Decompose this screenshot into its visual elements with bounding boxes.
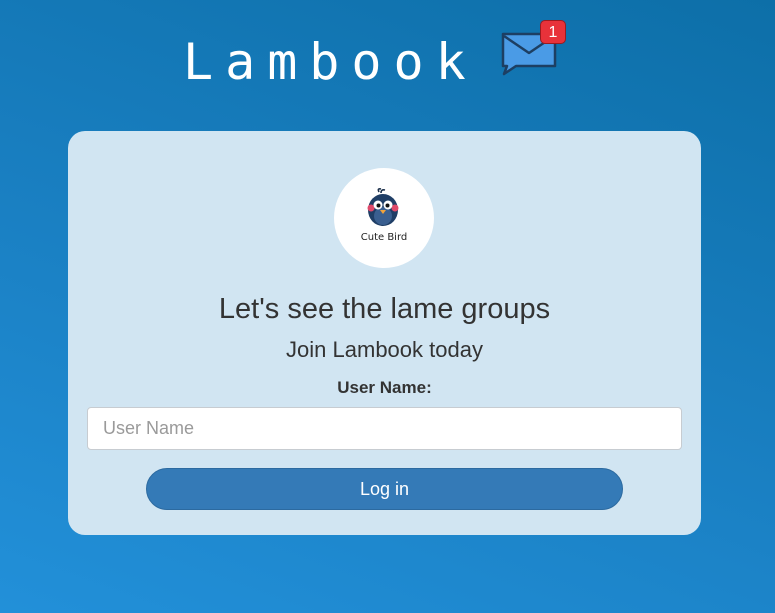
notification-mail[interactable]: 1 [500, 20, 572, 78]
avatar-caption: Cute Bird [360, 232, 408, 243]
app-title: Lambook [183, 33, 478, 91]
notification-badge: 1 [540, 20, 566, 44]
cute-bird-logo-icon [367, 188, 399, 226]
username-input[interactable] [87, 407, 682, 450]
login-card: Cute Bird Let's see the lame groups Join… [68, 131, 701, 535]
header: Lambook 1 [0, 20, 775, 98]
page-subheadline: Join Lambook today [286, 337, 483, 362]
page-headline: Let's see the lame groups [218, 293, 551, 325]
login-button[interactable]: Log in [146, 468, 623, 510]
avatar: Cute Bird [334, 168, 434, 268]
username-label: User Name: [337, 378, 432, 397]
